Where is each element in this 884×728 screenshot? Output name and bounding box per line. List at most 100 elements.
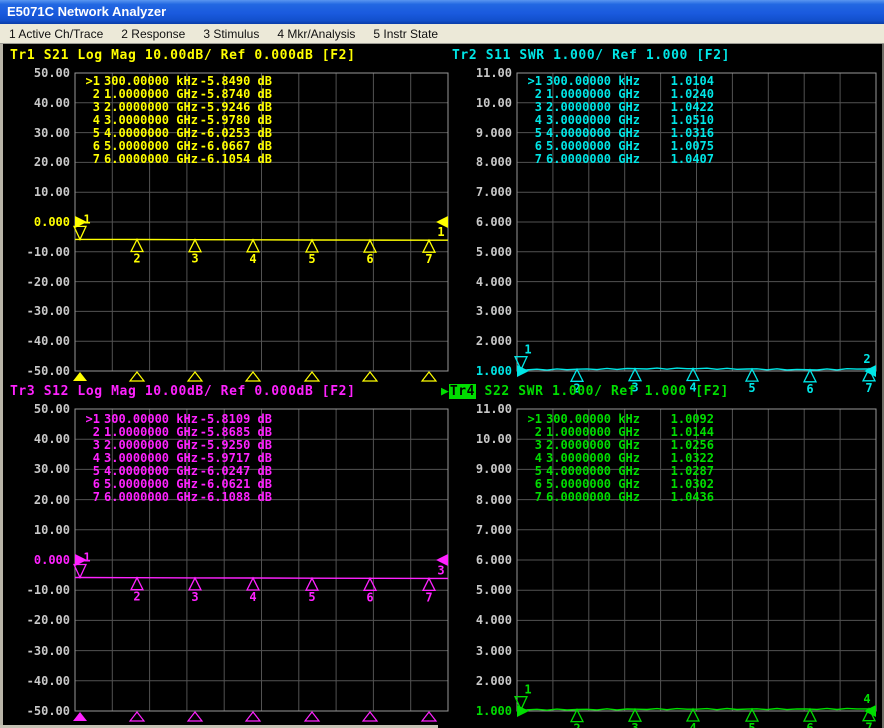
marker-symbol[interactable] — [362, 238, 378, 253]
y-axis-label: 6.000 — [475, 215, 512, 229]
window-border-left — [0, 44, 3, 728]
marker-symbol[interactable] — [129, 238, 145, 253]
marker-row-value: 1.0407 — [670, 152, 714, 166]
vna-application-window: E5071C Network Analyzer 1 Active Ch/Trac… — [0, 0, 884, 728]
y-axis-label: 3.000 — [475, 304, 512, 319]
y-axis-label: -50.00 — [26, 704, 70, 718]
marker-number-label: 6 — [806, 382, 813, 396]
y-axis-label: 2.000 — [475, 673, 512, 688]
trace-header-tr2[interactable]: Tr2 S11 SWR 1.000/ Ref 1.000 [F2] — [452, 48, 730, 63]
window-title: E5071C Network Analyzer — [7, 4, 167, 19]
trace-header-tr3[interactable]: Tr3 S12 Log Mag 10.00dB/ Ref 0.000dB [F2… — [10, 384, 356, 399]
trace-format-readout: S11 SWR 1.000/ Ref 1.000 [F2] — [485, 48, 731, 63]
marker-number-label: 4 — [689, 721, 696, 728]
y-axis-label: 7.000 — [475, 522, 512, 537]
trace-label[interactable]: Tr1 — [10, 48, 44, 63]
window-title-bar[interactable]: E5071C Network Analyzer — [0, 0, 884, 24]
marker-number-label: 1 — [83, 212, 90, 226]
marker-table-row: 5 4.0000000 GHz 1.0287 — [0, 465, 884, 478]
marker-symbol[interactable] — [421, 576, 437, 592]
marker-symbol[interactable] — [304, 576, 320, 591]
stimulus-marker[interactable] — [244, 711, 262, 722]
marker-symbol[interactable] — [187, 576, 203, 591]
marker-symbol[interactable] — [362, 576, 378, 591]
y-axis-label: 5.000 — [475, 583, 512, 598]
y-axis-label: 2.000 — [475, 334, 512, 349]
marker-number-label: 6 — [366, 590, 373, 604]
y-axis-label: 10.00 — [33, 185, 70, 200]
y-axis-label: 0.000 — [33, 553, 70, 567]
marker-symbol[interactable] — [245, 576, 261, 591]
y-axis-label: 10.00 — [33, 522, 70, 537]
menu-item-5[interactable]: 5 Instr State — [364, 24, 447, 44]
marker-number-label: 3 — [631, 721, 638, 728]
marker-number-label: 4 — [249, 252, 256, 266]
marker-number-label: 5 — [308, 252, 315, 266]
marker-symbol-active[interactable] — [72, 563, 88, 580]
trace-number-label: 4 — [863, 692, 870, 706]
marker-number-label: 4 — [249, 590, 256, 604]
trace-label[interactable]: Tr2 — [452, 48, 486, 63]
marker-table-row: 2 1.0000000 GHz 1.0144 — [0, 426, 884, 439]
stimulus-marker[interactable] — [128, 711, 146, 722]
stimulus-marker-active[interactable] — [73, 712, 87, 721]
stimulus-marker-active[interactable] — [73, 372, 87, 381]
active-trace-arrow-icon: ▶ — [441, 384, 449, 399]
stimulus-marker[interactable] — [361, 711, 379, 722]
marker-symbol[interactable] — [245, 238, 261, 253]
marker-symbol[interactable] — [129, 576, 145, 591]
marker-table-row: >1 300.00000 kHz 1.0104 — [0, 75, 884, 88]
trace-header-tr1[interactable]: Tr1 S21 Log Mag 10.00dB/ Ref 0.000dB [F2… — [10, 48, 356, 63]
marker-table-row: 4 3.0000000 GHz 1.0510 — [0, 114, 884, 127]
y-axis-label: 5.000 — [475, 244, 512, 259]
active-trace-label[interactable]: Tr4 — [448, 384, 477, 399]
y-axis-label: -20.00 — [26, 613, 70, 628]
y-axis-label: -40.00 — [26, 673, 70, 688]
marker-number-label: 1 — [524, 343, 531, 357]
stimulus-marker[interactable] — [420, 711, 438, 722]
stimulus-marker[interactable] — [420, 371, 438, 382]
stimulus-marker[interactable] — [128, 371, 146, 382]
trace-number-label: 2 — [863, 352, 870, 366]
marker-table-row: 6 5.0000000 GHz 1.0075 — [0, 140, 884, 153]
marker-symbol[interactable] — [304, 238, 320, 253]
trace-format-readout: S21 Log Mag 10.00dB/ Ref 0.000dB [F2] — [43, 48, 356, 63]
trace-header-tr4[interactable]: ▶Tr4 S22 SWR 1.000/ Ref 1.000 [F2] — [441, 384, 729, 399]
instrument-display: 1234567112345672123456731234567450.0040.… — [0, 44, 884, 728]
marker-symbol-active[interactable] — [72, 225, 88, 241]
marker-table-row: 7 6.0000000 GHz 1.0407 — [0, 153, 884, 166]
stimulus-marker[interactable] — [186, 371, 204, 382]
menu-item-3[interactable]: 3 Stimulus — [194, 24, 268, 44]
marker-table-row: 6 5.0000000 GHz 1.0302 — [0, 478, 884, 491]
menu-item-4[interactable]: 4 Mkr/Analysis — [268, 24, 364, 44]
menu-item-2[interactable]: 2 Response — [112, 24, 194, 44]
stimulus-marker[interactable] — [186, 711, 204, 722]
trace-line-tr1 — [75, 238, 448, 241]
marker-table-row: 3 2.0000000 GHz 1.0256 — [0, 439, 884, 452]
marker-number-label: 7 — [865, 721, 872, 728]
marker-row-number: 7 — [534, 490, 542, 504]
stimulus-marker[interactable] — [244, 371, 262, 382]
marker-symbol[interactable] — [685, 367, 701, 382]
marker-symbol[interactable] — [802, 368, 818, 383]
y-axis-label: 1.000 — [475, 704, 512, 718]
y-axis-label: -50.00 — [26, 364, 70, 378]
marker-table-row: 7 6.0000000 GHz 1.0436 — [0, 491, 884, 504]
stimulus-marker[interactable] — [361, 371, 379, 382]
marker-number-label: 1 — [83, 551, 90, 565]
marker-number-label: 5 — [308, 590, 315, 604]
marker-number-label: 6 — [806, 721, 813, 728]
marker-table-row: 3 2.0000000 GHz 1.0422 — [0, 101, 884, 114]
menu-bar: 1 Active Ch/Trace 2 Response 3 Stimulus 4 M… — [0, 24, 884, 44]
marker-symbol[interactable] — [421, 238, 437, 253]
y-axis-label: 4.000 — [475, 274, 512, 289]
trace-label[interactable]: Tr3 — [10, 384, 44, 399]
marker-number-label: 2 — [133, 252, 140, 266]
marker-number-label: 7 — [865, 381, 872, 395]
marker-symbol[interactable] — [187, 238, 203, 253]
stimulus-marker[interactable] — [303, 371, 321, 382]
stimulus-marker[interactable] — [303, 711, 321, 722]
menu-item-1[interactable]: 1 Active Ch/Trace — [0, 24, 112, 44]
marker-number-label: 1 — [524, 683, 531, 697]
y-axis-label: -10.00 — [26, 244, 70, 259]
